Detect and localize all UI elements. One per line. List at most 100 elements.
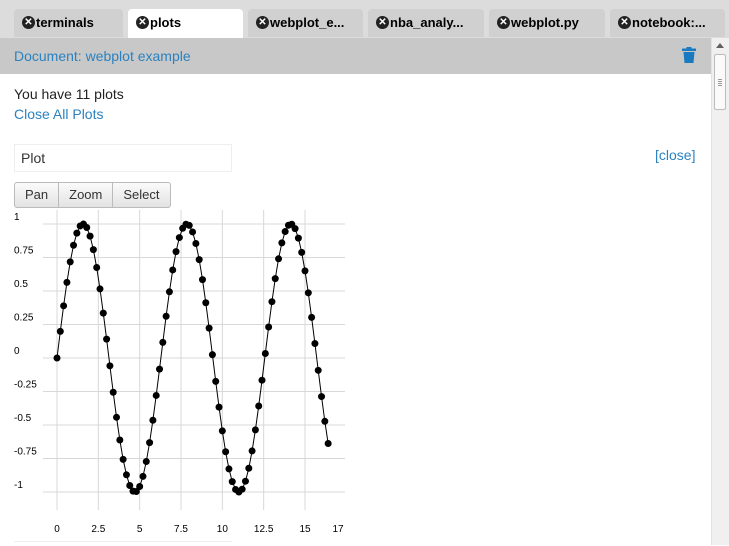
- close-tab-icon[interactable]: ✕: [22, 16, 35, 29]
- tab-webplot-example[interactable]: ✕ webplot_e...: [248, 9, 363, 37]
- data-point: [261, 349, 269, 357]
- tab-label: plots: [150, 15, 182, 30]
- document-title[interactable]: Document: webplot example: [14, 48, 191, 64]
- plot-name-input[interactable]: [14, 144, 232, 172]
- scroll-up-arrow-icon[interactable]: [716, 43, 724, 48]
- x-tick-label: 17: [333, 524, 345, 535]
- tab-label: webplot.py: [511, 15, 579, 30]
- data-point: [66, 258, 74, 266]
- data-point: [162, 312, 170, 320]
- data-point: [198, 276, 206, 284]
- data-point: [106, 362, 114, 370]
- data-point: [109, 388, 117, 396]
- data-point: [142, 458, 150, 466]
- trash-icon[interactable]: [682, 47, 696, 63]
- data-point: [212, 377, 220, 385]
- data-point: [113, 413, 121, 421]
- zoom-button[interactable]: Zoom: [58, 182, 114, 208]
- data-point: [86, 232, 94, 240]
- x-tick-label: 10: [217, 524, 229, 535]
- x-tick-label: 5: [137, 524, 143, 535]
- vertical-scrollbar[interactable]: [711, 38, 729, 545]
- data-point: [258, 376, 266, 384]
- data-point: [314, 366, 322, 374]
- data-point: [238, 485, 246, 493]
- y-tick-label: 0.25: [14, 313, 34, 324]
- document-header: Document: webplot example: [0, 38, 711, 74]
- tab-plots[interactable]: ✕ plots: [128, 9, 243, 39]
- data-point: [146, 439, 154, 447]
- data-point: [122, 471, 130, 479]
- data-point: [218, 427, 226, 435]
- data-point: [271, 275, 279, 283]
- y-tick-label: 0.75: [14, 246, 34, 257]
- y-tick-label: -1: [14, 480, 23, 491]
- data-point: [251, 426, 259, 434]
- plot-toolbar: Pan Zoom Select: [14, 182, 171, 208]
- data-point: [308, 313, 316, 321]
- data-point: [248, 447, 256, 455]
- x-tick-label: 0: [54, 524, 60, 535]
- data-point: [241, 477, 249, 485]
- scrollbar-thumb[interactable]: [714, 54, 726, 110]
- data-point: [136, 483, 144, 490]
- y-tick-label: -0.5: [14, 413, 32, 424]
- close-tab-icon[interactable]: ✕: [136, 16, 149, 29]
- data-point: [156, 365, 164, 373]
- data-point: [245, 464, 253, 472]
- data-point: [222, 448, 230, 456]
- data-point: [116, 436, 124, 444]
- tab-notebook[interactable]: ✕ notebook:...: [610, 9, 725, 37]
- data-point: [53, 354, 61, 362]
- tab-label: webplot_e...: [270, 15, 345, 30]
- y-tick-label: 0.5: [14, 279, 28, 290]
- data-point: [318, 393, 326, 401]
- y-tick-label: -0.75: [14, 447, 37, 458]
- data-point: [175, 234, 183, 242]
- tab-terminals[interactable]: ✕ terminals: [14, 9, 123, 37]
- data-point: [228, 478, 236, 486]
- plot-count-text: You have 11 plots: [14, 86, 124, 102]
- data-point: [172, 248, 180, 256]
- close-all-plots-link[interactable]: Close All Plots: [14, 106, 103, 122]
- close-tab-icon[interactable]: ✕: [256, 16, 269, 29]
- data-point: [298, 248, 306, 256]
- close-plot-link[interactable]: [close]: [655, 147, 695, 163]
- data-point: [304, 289, 312, 297]
- data-point: [93, 263, 101, 271]
- pan-button[interactable]: Pan: [14, 182, 60, 208]
- data-point: [96, 285, 104, 293]
- data-point: [73, 229, 81, 237]
- data-point: [294, 234, 302, 242]
- x-tick-label: 2.5: [91, 524, 105, 535]
- data-point: [291, 225, 299, 233]
- data-point: [189, 228, 197, 236]
- data-point: [265, 323, 273, 331]
- tab-label: nba_analy...: [390, 15, 464, 30]
- next-plot-edge: [14, 541, 232, 546]
- data-point: [99, 309, 107, 317]
- close-tab-icon[interactable]: ✕: [497, 16, 510, 29]
- sine-plot[interactable]: 0 2.5 5 7.5 10 12.5 15 17 1 0.75 0.5 0.25 0 -0.25 -0.5…: [0, 210, 345, 545]
- data-point: [63, 278, 71, 286]
- data-point: [215, 403, 223, 411]
- tab-nba-analysis[interactable]: ✕ nba_analy...: [368, 9, 484, 37]
- data-point: [321, 417, 329, 425]
- data-point: [205, 324, 213, 332]
- close-tab-icon[interactable]: ✕: [376, 16, 389, 29]
- data-point: [56, 327, 64, 335]
- y-tick-label: 0: [14, 346, 20, 357]
- x-tick-label: 15: [299, 524, 311, 535]
- data-point: [149, 416, 157, 424]
- tab-webplot-py[interactable]: ✕ webplot.py: [489, 9, 605, 37]
- data-point: [268, 298, 276, 306]
- x-tick-label: 12.5: [254, 524, 274, 535]
- tab-label: notebook:...: [632, 15, 706, 30]
- y-tick-label: -0.25: [14, 380, 37, 391]
- close-tab-icon[interactable]: ✕: [618, 16, 631, 29]
- x-tick-label: 7.5: [174, 524, 188, 535]
- data-point: [208, 351, 216, 359]
- data-point: [195, 256, 203, 264]
- select-button[interactable]: Select: [112, 182, 171, 208]
- y-tick-label: 1: [14, 212, 20, 223]
